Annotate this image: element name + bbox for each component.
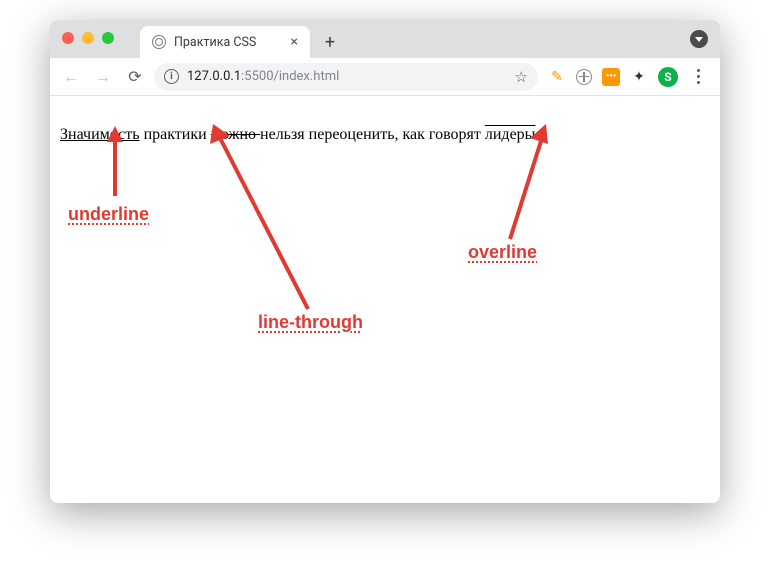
browser-menu-icon[interactable] <box>688 69 708 84</box>
orange-extension-icon[interactable]: ••• <box>602 68 620 86</box>
demo-sentence: Значимость практики можно нельзя переоце… <box>60 124 710 146</box>
annotation-linethrough: line-through <box>258 312 363 333</box>
bookmark-star-icon[interactable]: ☆ <box>515 68 528 86</box>
site-info-icon[interactable]: i <box>164 69 179 84</box>
titlebar: Практика CSS × + <box>50 20 720 58</box>
annotation-overline-label: overline <box>468 242 537 263</box>
forward-button[interactable]: → <box>90 64 116 90</box>
pencil-extension-icon[interactable]: ✎ <box>548 68 566 86</box>
reload-button[interactable]: ⟳ <box>122 64 148 90</box>
globe-favicon-icon <box>152 35 166 49</box>
annotation-linethrough-label: line-through <box>258 312 363 333</box>
url-path: :5500/index.html <box>241 69 339 84</box>
extension-icons: ✎ ••• ✦ S <box>544 67 712 87</box>
extensions-puzzle-icon[interactable]: ✦ <box>630 68 648 86</box>
tab-close-icon[interactable]: × <box>291 34 298 50</box>
traffic-lights <box>62 32 114 44</box>
globe-extension-icon[interactable] <box>576 69 592 85</box>
address-bar[interactable]: i 127.0.0.1:5500/index.html ☆ <box>154 63 538 91</box>
arrow-linethrough-icon <box>208 124 328 314</box>
annotation-underline-label: underline <box>68 204 149 225</box>
tabstrip: Практика CSS × + <box>140 20 344 58</box>
annotation-overline: overline <box>468 242 537 263</box>
browser-window: Практика CSS × + ← → ⟳ i 127.0.0.1:5500/… <box>50 20 720 503</box>
maximize-window-icon[interactable] <box>102 32 114 44</box>
annotation-underline: underline <box>68 204 149 225</box>
active-tab[interactable]: Практика CSS × <box>140 26 310 58</box>
url-host: 127.0.0.1 <box>187 69 241 84</box>
tab-title: Практика CSS <box>174 35 256 50</box>
plain-text-1: практики <box>140 126 211 143</box>
back-button[interactable]: ← <box>58 64 84 90</box>
arrow-overline-icon <box>502 124 562 244</box>
profile-badge-icon[interactable]: S <box>658 67 678 87</box>
url-text: 127.0.0.1:5500/index.html <box>187 69 339 84</box>
arrow-underline-icon <box>100 126 130 206</box>
toolbar: ← → ⟳ i 127.0.0.1:5500/index.html ☆ ✎ ••… <box>50 58 720 96</box>
window-menu-button[interactable] <box>690 30 708 48</box>
new-tab-button[interactable]: + <box>316 28 344 56</box>
minimize-window-icon[interactable] <box>82 32 94 44</box>
page-content: Значимость практики можно нельзя переоце… <box>50 96 720 503</box>
close-window-icon[interactable] <box>62 32 74 44</box>
